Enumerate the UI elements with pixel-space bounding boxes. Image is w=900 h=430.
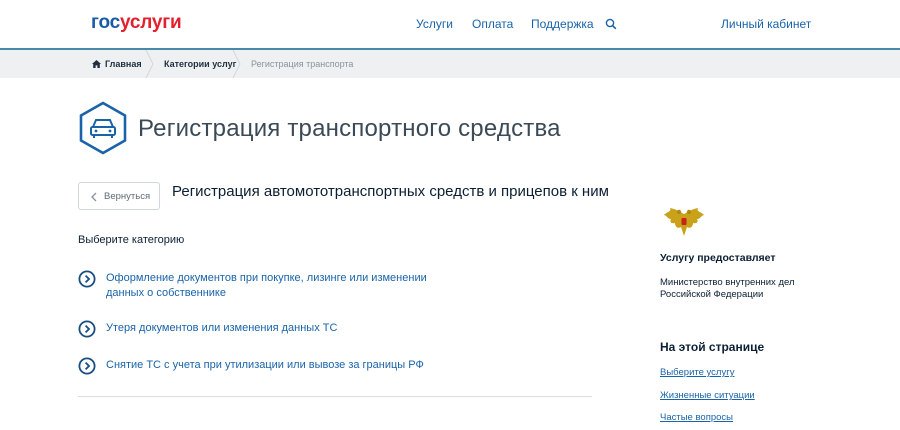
breadcrumb: Главная Категории услуг Регистрация тран… <box>0 50 900 78</box>
category-option-label: Оформление документов при покупке, лизин… <box>106 272 427 299</box>
section-divider <box>78 396 592 397</box>
service-subtitle: Регистрация автомототранспортных средств… <box>172 183 609 200</box>
category-option[interactable]: Снятие ТС с учета при утилизации или выв… <box>78 357 438 377</box>
personal-account-link[interactable]: Личный кабинет <box>721 17 811 31</box>
top-header: госуслуги Услуги Оплата Поддержка Личный… <box>0 0 900 48</box>
chevron-circle-right-icon <box>78 270 96 288</box>
logo-part-uslugi: услуги <box>120 12 182 33</box>
breadcrumb-current: Регистрация транспорта <box>251 59 354 69</box>
logo-part-gos: гос <box>91 12 120 33</box>
category-option-label: Утеря документов или изменения данных ТС <box>106 322 338 334</box>
breadcrumb-categories[interactable]: Категории услуг <box>164 50 236 78</box>
toc-link-choose-service[interactable]: Выберите услугу <box>660 367 734 378</box>
breadcrumb-separator-icon <box>145 50 154 78</box>
home-icon <box>92 60 101 68</box>
chevron-left-icon <box>91 192 97 202</box>
nav-services-link[interactable]: Услуги <box>416 17 453 31</box>
page-title: Регистрация транспортного средства <box>138 115 561 142</box>
breadcrumb-home-label: Главная <box>105 59 142 69</box>
chevron-circle-right-icon <box>78 357 96 375</box>
toc-link-faq[interactable]: Частые вопросы <box>660 412 733 423</box>
provider-name: Министерство внутренних дел Российской Ф… <box>660 277 795 300</box>
search-icon[interactable] <box>605 17 619 31</box>
category-option-label: Снятие ТС с учета при утилизации или выв… <box>106 359 424 371</box>
nav-payment-link[interactable]: Оплата <box>472 17 513 31</box>
category-option[interactable]: Утеря документов или изменения данных ТС <box>78 320 438 340</box>
nav-support-link[interactable]: Поддержка <box>531 17 594 31</box>
category-option[interactable]: Оформление документов при покупке, лизин… <box>78 270 438 302</box>
chevron-circle-right-icon <box>78 320 96 338</box>
breadcrumb-home[interactable]: Главная <box>92 50 142 78</box>
on-this-page-heading: На этой странице <box>660 340 765 354</box>
choose-category-label: Выберите категорию <box>78 234 185 246</box>
breadcrumb-separator-icon <box>232 50 241 78</box>
back-button-label: Вернуться <box>104 191 151 202</box>
toc-link-life-situations[interactable]: Жизненные ситуации <box>660 390 755 401</box>
double-headed-eagle-emblem-icon <box>664 208 704 236</box>
provider-heading: Услугу предоставляет <box>660 252 776 264</box>
gosuslugi-logo[interactable]: госуслуги <box>91 12 182 34</box>
back-button[interactable]: Вернуться <box>78 182 160 210</box>
car-hexagon-icon <box>79 101 127 155</box>
